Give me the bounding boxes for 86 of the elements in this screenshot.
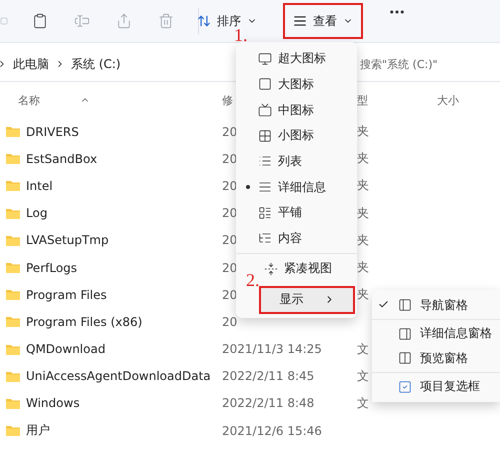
- file-name[interactable]: PerfLogs: [26, 260, 78, 275]
- file-name[interactable]: Log: [26, 206, 48, 220]
- left-pane-icon: [398, 298, 412, 312]
- type-cell-text: 文: [356, 340, 369, 358]
- lines-icon: [293, 14, 307, 28]
- menu-item[interactable]: 中图标: [236, 97, 357, 123]
- menu-item[interactable]: 紧凑视图: [258, 256, 357, 282]
- file-name[interactable]: Intel: [26, 178, 53, 193]
- file-name[interactable]: Windows: [26, 396, 80, 410]
- date-cell-text: 20: [221, 124, 238, 139]
- folder-icon: [6, 398, 20, 409]
- sort-icon: [197, 14, 211, 28]
- column-header[interactable]: 名称: [18, 92, 40, 108]
- menu-item[interactable]: 平铺: [236, 200, 357, 226]
- column-header[interactable]: 修: [222, 92, 233, 108]
- menu-item[interactable]: 详细信息窗格: [372, 322, 500, 346]
- type-cell-text: 夹: [356, 150, 369, 168]
- date-cell-text: 2022/2/11 8:48: [221, 396, 314, 410]
- file-name[interactable]: EstSandBox: [26, 152, 98, 166]
- folder-icon: [6, 425, 20, 436]
- square-icon: [258, 77, 272, 92]
- tv-icon: [258, 103, 272, 118]
- menu-item[interactable]: 超大图标: [236, 46, 357, 72]
- folder-icon: [6, 126, 20, 138]
- date-cell-text: 20: [221, 288, 238, 302]
- annotation-number: 2.: [246, 272, 260, 288]
- bullet-icon: [246, 185, 250, 190]
- date-cell-text: 20: [221, 206, 238, 220]
- folder-icon: [6, 208, 20, 219]
- search-field[interactable]: 搜索"系统 (C:)": [358, 56, 500, 72]
- grid-icon: [258, 128, 272, 143]
- date-cell-text: 20: [221, 314, 238, 329]
- type-cell-text: 文: [356, 394, 369, 412]
- folder-icon: [6, 234, 20, 246]
- show-menu-item[interactable]: 显示: [259, 286, 355, 314]
- column-header[interactable]: 型: [357, 92, 368, 108]
- menu-item[interactable]: 大图标: [236, 72, 357, 98]
- type-cell-text: 夹: [356, 123, 369, 140]
- folder-icon: [6, 153, 20, 164]
- date-cell-text: 2022/2/11 8:45: [221, 369, 314, 384]
- split-pane-icon: [398, 351, 412, 365]
- rename-icon[interactable]: [72, 13, 92, 29]
- date-cell-text: 2021/11/3 14:25: [221, 342, 322, 356]
- folder-icon: [6, 262, 20, 274]
- menu-item[interactable]: 预览窗格: [372, 346, 500, 370]
- tiles-icon: [258, 206, 272, 220]
- checkbox-icon: [398, 380, 412, 394]
- menu-item[interactable]: 导航窗格: [372, 293, 500, 318]
- date-cell-text: 20: [221, 178, 238, 193]
- type-cell-text: 夹: [356, 204, 369, 222]
- date-cell-text: 2021/12/6 15:46: [221, 424, 322, 438]
- breadcrumb[interactable]: 系统 (C:): [71, 56, 121, 72]
- date-cell-text: 20: [221, 152, 238, 166]
- file-name[interactable]: DRIVERS: [26, 124, 79, 139]
- view-button[interactable]: 查看: [283, 3, 363, 39]
- type-cell-text: 夹: [356, 286, 369, 304]
- content-icon: [258, 231, 272, 246]
- date-cell-text: 20: [221, 233, 238, 248]
- type-cell-text: 夹: [356, 259, 369, 276]
- right-pane-icon: [398, 326, 412, 341]
- file-name[interactable]: QMDownload: [26, 342, 106, 356]
- folder-icon: [6, 289, 20, 300]
- type-cell-text: 文: [356, 368, 369, 385]
- file-name[interactable]: Program Files (x86): [26, 314, 142, 329]
- folder-icon: [6, 316, 20, 328]
- file-name[interactable]: LVASetupTmp: [26, 233, 109, 248]
- file-name[interactable]: Program Files: [26, 288, 107, 302]
- monitor-icon: [258, 52, 272, 66]
- compact-icon: [264, 262, 278, 276]
- annotation-number: 1.: [234, 27, 248, 43]
- menu-item[interactable]: 项目复选框: [372, 374, 500, 399]
- menu-item[interactable]: 列表: [236, 148, 357, 174]
- column-header[interactable]: 大小: [437, 92, 459, 108]
- menu-item[interactable]: 详细信息: [236, 174, 357, 200]
- menu-item[interactable]: 内容: [236, 225, 357, 252]
- folder-icon: [6, 344, 20, 355]
- type-cell-text: 夹: [356, 177, 369, 194]
- file-name[interactable]: 用户: [26, 422, 50, 440]
- folder-icon: [6, 370, 20, 382]
- date-cell-text: 20: [221, 260, 238, 275]
- file-name[interactable]: UniAccessAgentDownloadData: [26, 369, 211, 384]
- type-cell-text: 夹: [356, 232, 369, 249]
- breadcrumb[interactable]: 此电脑: [13, 56, 49, 72]
- menu-item[interactable]: 小图标: [236, 122, 357, 149]
- lines-icon: [258, 180, 272, 194]
- folder-icon: [6, 180, 20, 192]
